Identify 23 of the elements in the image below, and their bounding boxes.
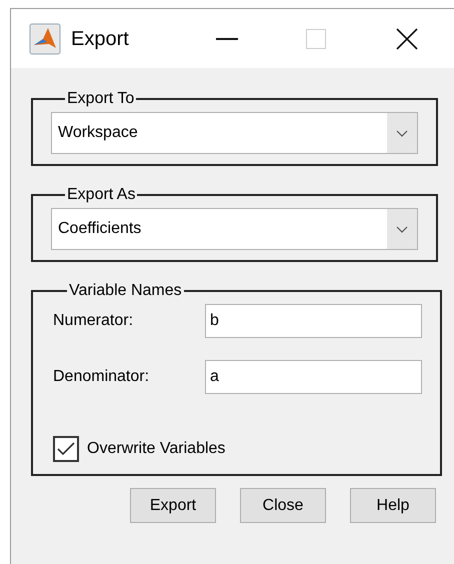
close-icon[interactable] bbox=[396, 28, 418, 50]
dropdown[interactable]: Workspace bbox=[51, 112, 418, 154]
field-label: Numerator: bbox=[53, 311, 134, 331]
minimize-icon[interactable] bbox=[216, 38, 238, 40]
input-field[interactable]: a bbox=[205, 360, 422, 394]
check-icon bbox=[57, 442, 75, 456]
dialog-button[interactable]: Export bbox=[130, 488, 216, 523]
chevron-down-icon bbox=[396, 130, 408, 136]
dropdown-value: Workspace bbox=[57, 123, 139, 143]
dialog-button[interactable]: Close bbox=[240, 488, 326, 523]
dropdown[interactable]: Coefficients bbox=[51, 208, 418, 250]
input-field[interactable]: b bbox=[205, 304, 422, 338]
field-label: Denominator: bbox=[53, 367, 150, 387]
group-title: Variable Names bbox=[68, 282, 183, 300]
chevron-down-icon bbox=[396, 226, 408, 232]
group-title: Export To bbox=[66, 90, 136, 108]
dropdown-value: Coefficients bbox=[57, 219, 142, 239]
checkbox[interactable] bbox=[53, 436, 79, 462]
checkbox-label: Overwrite Variables bbox=[87, 439, 226, 459]
window-title: Export bbox=[71, 26, 129, 52]
group-title: Export As bbox=[66, 186, 136, 204]
dialog-button[interactable]: Help bbox=[350, 488, 436, 523]
app-icon bbox=[29, 22, 61, 54]
